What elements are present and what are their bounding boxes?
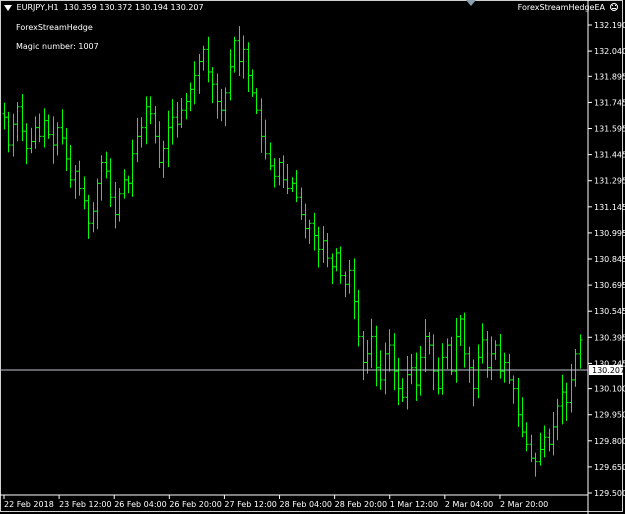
ea-name-label: ForexStreamHedge [16, 23, 93, 32]
y-tick-label: 131.595 [594, 125, 625, 134]
y-tick-label: 130.100 [594, 385, 625, 394]
y-tick-label: 129.950 [594, 411, 625, 420]
y-tick-label: 130.545 [594, 307, 625, 316]
y-tick-label: 131.895 [594, 72, 625, 81]
current-price-label: 130.207 [592, 366, 625, 375]
y-tick-label: 129.650 [594, 463, 625, 472]
x-tick-label: 1 Mar 12:00 [390, 500, 438, 509]
triangle-down-icon[interactable] [4, 4, 12, 11]
magic-number-label: Magic number: 1007 [16, 42, 99, 51]
x-tick-label: 26 Feb 04:00 [114, 500, 166, 509]
x-tick-label: 28 Feb 20:00 [335, 500, 387, 509]
x-tick-label: 23 Feb 12:00 [59, 500, 111, 509]
ohlc-bars [2, 26, 583, 477]
price-chart[interactable]: 132.190 132.040 131.895 131.745 131.595 131.4… [0, 0, 625, 514]
y-tick-label: 131.295 [594, 177, 625, 186]
x-tick-label: 22 Feb 2018 [4, 500, 54, 509]
chart-header[interactable]: EURJPY,H1 130.359 130.372 130.194 130.20… [4, 3, 204, 13]
y-tick-label: 131.445 [594, 151, 625, 160]
ohlc-values: 130.359 130.372 130.194 130.207 [63, 3, 204, 12]
y-tick-label: 130.995 [594, 229, 625, 238]
x-tick-label: 2 Mar 04:00 [445, 500, 493, 509]
x-tick-label: 27 Feb 12:00 [224, 500, 276, 509]
symbol-label: EURJPY,H1 [16, 3, 59, 12]
x-tick-label: 2 Mar 20:00 [500, 500, 548, 509]
price-axis: 132.190 132.040 131.895 131.745 131.595 131.4… [587, 0, 625, 514]
chart-shift-marker-icon[interactable] [466, 0, 476, 6]
y-tick-label: 130.395 [594, 333, 625, 342]
y-tick-label: 132.040 [594, 47, 625, 56]
x-tick-label: 28 Feb 04:00 [280, 500, 332, 509]
x-tick-label: 26 Feb 20:00 [169, 500, 221, 509]
smiley-icon[interactable] [610, 3, 618, 11]
y-tick-label: 132.190 [594, 21, 625, 30]
y-tick-label: 130.695 [594, 281, 625, 290]
y-tick-label: 129.800 [594, 437, 625, 446]
y-tick-label: 131.745 [594, 98, 625, 107]
time-axis: 22 Feb 2018 23 Feb 12:00 26 Feb 04:00 26 Fe… [0, 494, 588, 509]
y-tick-label: 131.145 [594, 203, 625, 212]
y-tick-label: 130.845 [594, 255, 625, 264]
expert-advisor-label[interactable]: ForexStreamHedgeEA [518, 3, 605, 13]
y-tick-label: 129.500 [594, 489, 625, 498]
